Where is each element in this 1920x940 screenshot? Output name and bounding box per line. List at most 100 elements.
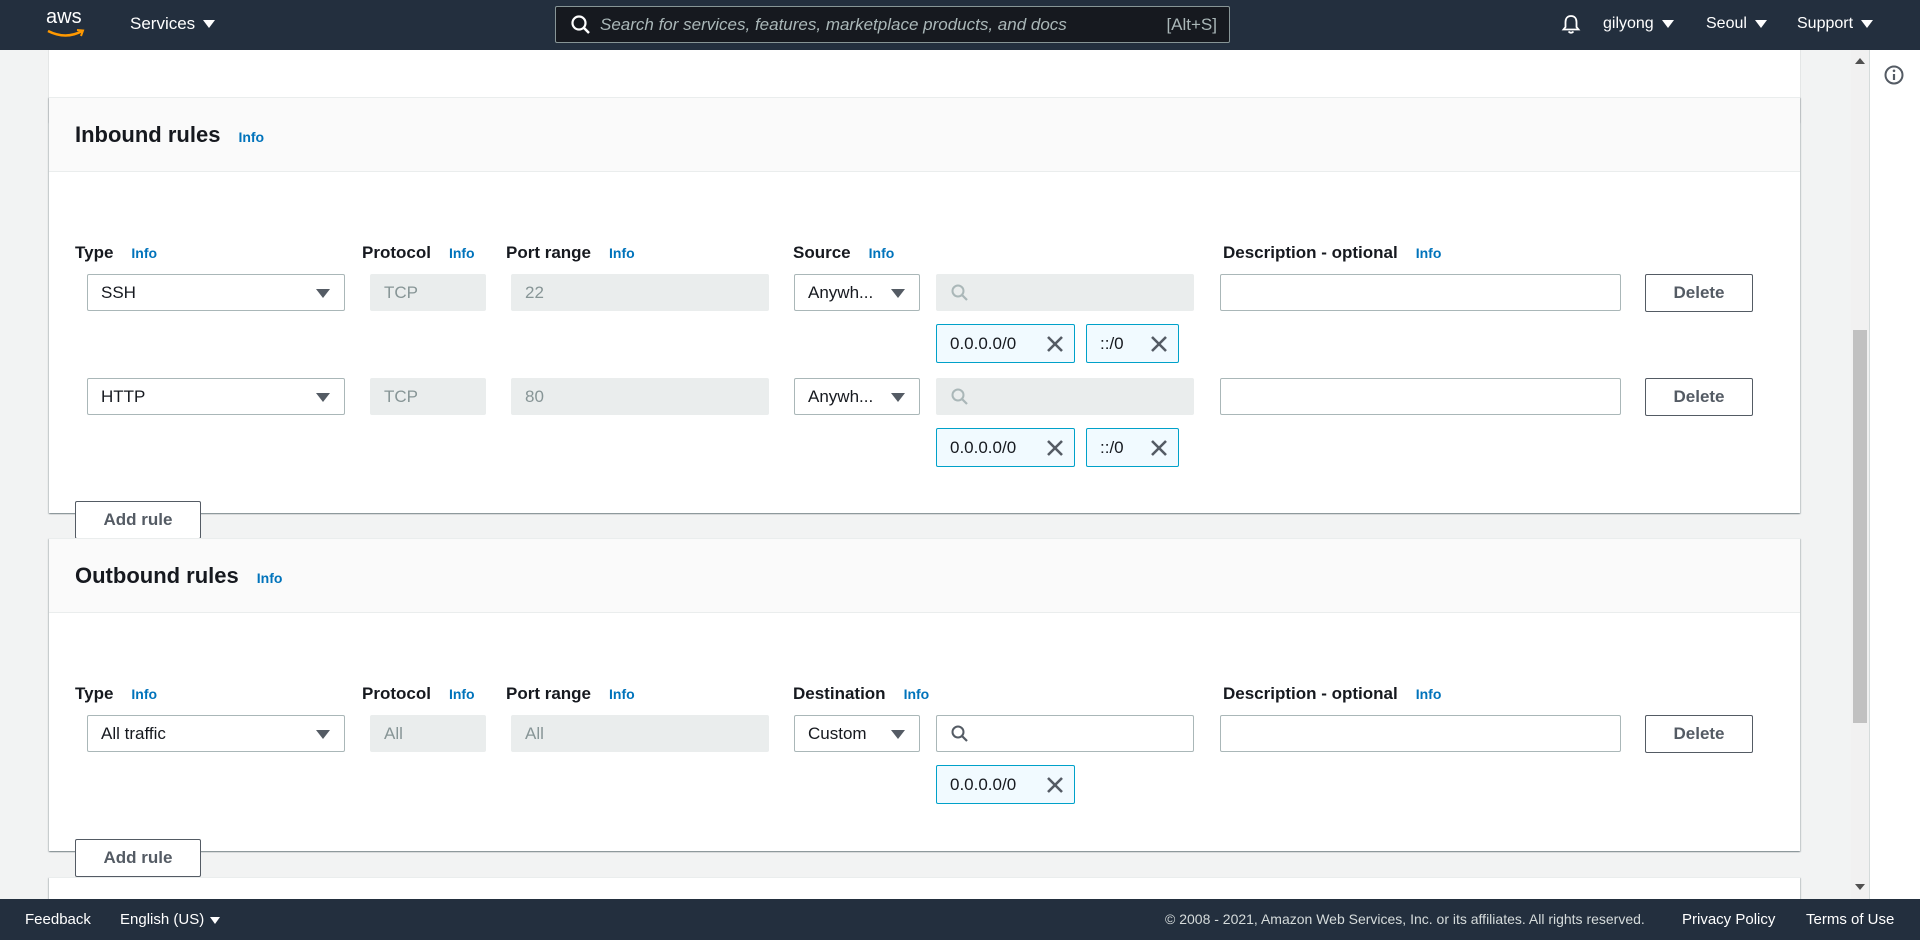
outbound-rules-header: Outbound rules Info — [49, 539, 1800, 613]
rule-description-input[interactable] — [1220, 715, 1621, 752]
rule-protocol-value: All — [384, 723, 403, 743]
description-info-link[interactable]: Info — [1416, 686, 1442, 702]
delete-rule-button[interactable]: Delete — [1645, 274, 1753, 312]
services-menu[interactable]: Services — [130, 14, 216, 34]
description-info-link[interactable]: Info — [1416, 245, 1442, 261]
rule-description-input[interactable] — [1220, 274, 1621, 311]
scroll-down-arrow-icon[interactable] — [1855, 884, 1865, 890]
outbound-rules-panel: Outbound rules Info Type Info Protocol I… — [49, 538, 1800, 877]
rule-port-range-value: 22 — [525, 282, 544, 302]
rule-source-search[interactable] — [936, 378, 1194, 415]
next-panel-top — [49, 877, 1800, 899]
info-icon[interactable] — [1883, 64, 1905, 86]
aws-logo-text: aws — [46, 6, 82, 28]
terms-of-use-link[interactable]: Terms of Use — [1806, 911, 1894, 928]
inbound-rules-info-link[interactable]: Info — [238, 129, 264, 145]
add-inbound-rule-button[interactable]: Add rule — [75, 501, 201, 539]
protocol-info-link[interactable]: Info — [449, 686, 475, 702]
rule-type-select[interactable]: HTTP — [87, 378, 345, 415]
rule-source-select[interactable]: Anywh... — [794, 378, 920, 415]
delete-rule-label: Delete — [1673, 283, 1725, 302]
rule-source-select[interactable]: Anywh... — [794, 274, 920, 311]
rule-source-search[interactable] — [936, 274, 1194, 311]
search-input[interactable] — [600, 14, 1167, 35]
bell-icon[interactable] — [1560, 13, 1582, 35]
rule-port-range-field: 80 — [511, 378, 769, 415]
destination-token: 0.0.0.0/0 — [936, 765, 1075, 804]
chevron-down-icon — [1861, 20, 1874, 28]
close-icon[interactable] — [1150, 335, 1168, 353]
source-token: ::/0 — [1086, 428, 1179, 467]
add-outbound-rule-button[interactable]: Add rule — [75, 839, 201, 877]
search-icon — [951, 284, 968, 301]
rule-protocol-value: TCP — [384, 386, 418, 406]
column-protocol-label: Protocol — [362, 243, 431, 262]
scroll-up-arrow-icon[interactable] — [1855, 58, 1865, 64]
region-label: Seoul — [1706, 15, 1747, 32]
rule-type-value: HTTP — [101, 386, 146, 406]
outbound-rules-info-link[interactable]: Info — [257, 570, 283, 586]
column-destination: Destination Info — [793, 684, 929, 704]
source-info-link[interactable]: Info — [869, 245, 895, 261]
column-description-label: Description - optional — [1223, 243, 1398, 262]
port-range-info-link[interactable]: Info — [609, 686, 635, 702]
caret-down-icon — [891, 289, 905, 298]
type-info-link[interactable]: Info — [131, 686, 157, 702]
privacy-policy-link[interactable]: Privacy Policy — [1682, 911, 1775, 928]
delete-rule-button[interactable]: Delete — [1645, 715, 1753, 753]
column-protocol-label: Protocol — [362, 684, 431, 703]
rule-source-value: Anywh... — [808, 386, 874, 406]
feedback-link[interactable]: Feedback — [25, 911, 91, 928]
chevron-down-icon — [1661, 20, 1674, 28]
source-token: ::/0 — [1086, 324, 1179, 363]
column-type-label: Type — [75, 684, 114, 703]
aws-logo[interactable]: aws — [46, 7, 90, 41]
outbound-rules-title: Outbound rules — [75, 562, 239, 588]
rule-description-input[interactable] — [1220, 378, 1621, 415]
close-icon[interactable] — [1046, 776, 1064, 794]
search-shortcut-hint: [Alt+S] — [1166, 14, 1217, 34]
add-rule-label: Add rule — [103, 848, 173, 867]
support-menu[interactable]: Support — [1797, 15, 1874, 33]
aws-smile-icon — [47, 29, 85, 37]
column-description: Description - optional Info — [1223, 243, 1441, 263]
region-menu[interactable]: Seoul — [1706, 15, 1767, 33]
rule-destination-select[interactable]: Custom — [794, 715, 920, 752]
rule-protocol-field: All — [370, 715, 486, 752]
close-icon[interactable] — [1046, 439, 1064, 457]
account-menu[interactable]: gilyong — [1603, 15, 1674, 33]
column-destination-label: Destination — [793, 684, 886, 703]
delete-rule-button[interactable]: Delete — [1645, 378, 1753, 416]
top-navigation: aws Services [Alt+S] gilyong Seoul Suppo… — [0, 0, 1920, 50]
destination-token-value: 0.0.0.0/0 — [950, 774, 1017, 794]
column-type: Type Info — [75, 684, 157, 704]
delete-rule-label: Delete — [1673, 724, 1725, 743]
global-search[interactable]: [Alt+S] — [555, 6, 1230, 43]
rule-protocol-value: TCP — [384, 282, 418, 302]
scrollbar-thumb[interactable] — [1853, 330, 1867, 723]
close-icon[interactable] — [1150, 439, 1168, 457]
type-info-link[interactable]: Info — [131, 245, 157, 261]
language-selector[interactable]: English (US) — [120, 911, 221, 928]
rule-destination-search[interactable] — [936, 715, 1194, 752]
column-port-range: Port range Info — [506, 243, 635, 263]
column-source: Source Info — [793, 243, 894, 263]
support-label: Support — [1797, 15, 1854, 32]
port-range-info-link[interactable]: Info — [609, 245, 635, 261]
column-type-label: Type — [75, 243, 114, 262]
rule-protocol-field: TCP — [370, 378, 486, 415]
rule-source-value: Anywh... — [808, 282, 874, 302]
column-protocol: Protocol Info — [362, 684, 475, 704]
services-label: Services — [130, 14, 196, 33]
source-token-value: ::/0 — [1100, 333, 1124, 353]
destination-info-link[interactable]: Info — [904, 686, 930, 702]
chevron-down-icon — [1754, 20, 1767, 28]
caret-down-icon — [316, 289, 330, 298]
close-icon[interactable] — [1046, 335, 1064, 353]
rule-port-range-value: 80 — [525, 386, 544, 406]
source-token-value: ::/0 — [1100, 437, 1124, 457]
rule-type-select[interactable]: SSH — [87, 274, 345, 311]
rule-type-select[interactable]: All traffic — [87, 715, 345, 752]
search-icon — [571, 14, 590, 34]
protocol-info-link[interactable]: Info — [449, 245, 475, 261]
